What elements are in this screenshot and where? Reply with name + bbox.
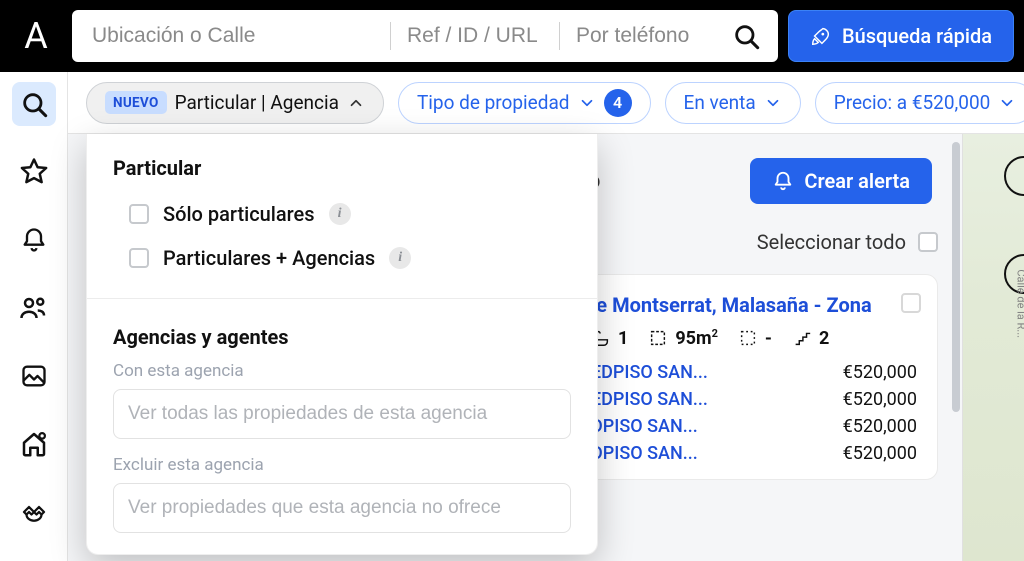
nav-deals[interactable] — [12, 490, 56, 534]
scrollbar-thumb[interactable] — [952, 142, 960, 412]
plot-icon — [738, 328, 758, 348]
chevron-down-icon — [578, 94, 596, 112]
create-alert-button[interactable]: Crear alerta — [750, 158, 932, 204]
main-area: Particular Sólo particulares i Particula… — [68, 134, 1024, 561]
checkbox[interactable] — [129, 204, 149, 224]
nav-alerts[interactable] — [12, 218, 56, 262]
section-title: Particular — [113, 156, 571, 180]
search-location-input[interactable] — [90, 23, 376, 49]
select-all-label: Seleccionar todo — [757, 230, 906, 254]
listing-prices: EDPISO SAN... €520,000 EDPISO SAN... €520,… — [591, 359, 917, 467]
area-icon — [648, 328, 668, 348]
option-label: Particulares + Agencias — [163, 246, 375, 270]
dropdown-section-particular: Particular Sólo particulares i Particula… — [87, 134, 597, 288]
chevron-up-icon — [347, 94, 365, 112]
field-label: Excluir esta agencia — [113, 455, 571, 475]
map-sliver[interactable]: Calle de la R... — [962, 134, 1024, 561]
search-phone-input[interactable] — [574, 23, 714, 49]
option-private-plus-agencies[interactable]: Particulares + Agencias i — [113, 236, 571, 280]
nav-favorites[interactable] — [12, 150, 56, 194]
price-row: DPISO SAN... €520,000 — [591, 413, 917, 440]
filter-label: Precio: a €520,000 — [834, 91, 991, 114]
price-value: €520,000 — [843, 443, 917, 464]
stairs-icon — [792, 328, 812, 348]
divider — [87, 298, 597, 299]
filter-particular-agency[interactable]: NUEVO Particular | Agencia — [86, 82, 384, 124]
particular-agency-dropdown: Particular Sólo particulares i Particula… — [86, 134, 598, 555]
price-value: €520,000 — [843, 416, 917, 437]
price-row: DPISO SAN... €520,000 — [591, 440, 917, 467]
top-bar: A Búsqueda rápida — [0, 0, 1024, 72]
quick-search-label: Búsqueda rápida — [842, 24, 992, 48]
price-value: €520,000 — [843, 389, 917, 410]
nav-search[interactable] — [12, 82, 56, 126]
nav-people[interactable] — [12, 286, 56, 330]
filter-property-type[interactable]: Tipo de propiedad 4 — [398, 82, 651, 124]
spec-area: 95m2 — [648, 327, 718, 349]
search-icon[interactable] — [714, 22, 760, 50]
divider — [559, 22, 560, 50]
select-all-checkbox[interactable] — [918, 232, 938, 252]
agency-link[interactable]: DPISO SAN... — [591, 416, 698, 437]
logo-glyph: A — [24, 15, 47, 57]
map-road-label: Calle de la R... — [1015, 269, 1024, 338]
filter-label: Particular | Agencia — [175, 91, 339, 114]
listing-card[interactable]: le Montserrat, Malasaña - Zona 1 95m2 - — [570, 274, 938, 480]
listing-specs: 1 95m2 - 2 — [591, 327, 917, 349]
create-alert-label: Crear alerta — [804, 169, 910, 193]
rocket-icon — [810, 25, 832, 47]
price-row: EDPISO SAN... €520,000 — [591, 359, 917, 386]
chevron-down-icon — [998, 94, 1016, 112]
listing-title[interactable]: le Montserrat, Malasaña - Zona — [591, 293, 917, 317]
option-label: Sólo particulares — [163, 202, 315, 226]
exclude-agency-input[interactable] — [113, 483, 571, 533]
filter-label: Tipo de propiedad — [417, 91, 570, 114]
filter-bar: NUEVO Particular | Agencia Tipo de propi… — [68, 72, 1024, 134]
agency-link[interactable]: EDPISO SAN... — [591, 389, 708, 410]
section-title: Agencias y agentes — [113, 325, 571, 349]
agency-link[interactable]: EDPISO SAN... — [591, 362, 708, 383]
checkbox[interactable] — [129, 248, 149, 268]
side-nav — [0, 72, 68, 561]
dropdown-scroll[interactable]: Particular Sólo particulares i Particula… — [87, 134, 597, 554]
listing-checkbox[interactable] — [901, 293, 921, 313]
dropdown-section-agencies: Agencias y agentes Con esta agencia Excl… — [87, 303, 597, 554]
agency-link[interactable]: DPISO SAN... — [591, 443, 698, 464]
divider — [390, 22, 391, 50]
map-control-circle[interactable] — [1004, 156, 1024, 196]
search-bar — [72, 10, 778, 62]
option-only-private[interactable]: Sólo particulares i — [113, 192, 571, 236]
price-row: EDPISO SAN... €520,000 — [591, 386, 917, 413]
filter-status[interactable]: En venta — [665, 82, 801, 124]
nav-home[interactable] — [12, 422, 56, 466]
chevron-down-icon — [764, 94, 782, 112]
spec-plot: - — [738, 328, 772, 349]
with-agency-input[interactable] — [113, 389, 571, 439]
app-logo[interactable]: A — [10, 10, 62, 62]
filter-price[interactable]: Precio: a €520,000 — [815, 82, 1024, 124]
quick-search-button[interactable]: Búsqueda rápida — [788, 10, 1014, 62]
info-icon[interactable]: i — [389, 247, 411, 269]
field-label: Con esta agencia — [113, 361, 571, 381]
new-badge: NUEVO — [105, 91, 167, 114]
search-ref-input[interactable] — [405, 23, 545, 49]
nav-media[interactable] — [12, 354, 56, 398]
spec-floors: 2 — [792, 328, 829, 349]
info-icon[interactable]: i — [329, 203, 351, 225]
filter-count-badge: 4 — [604, 89, 632, 117]
filter-label: En venta — [684, 91, 756, 114]
price-value: €520,000 — [843, 362, 917, 383]
bell-icon — [772, 170, 794, 192]
